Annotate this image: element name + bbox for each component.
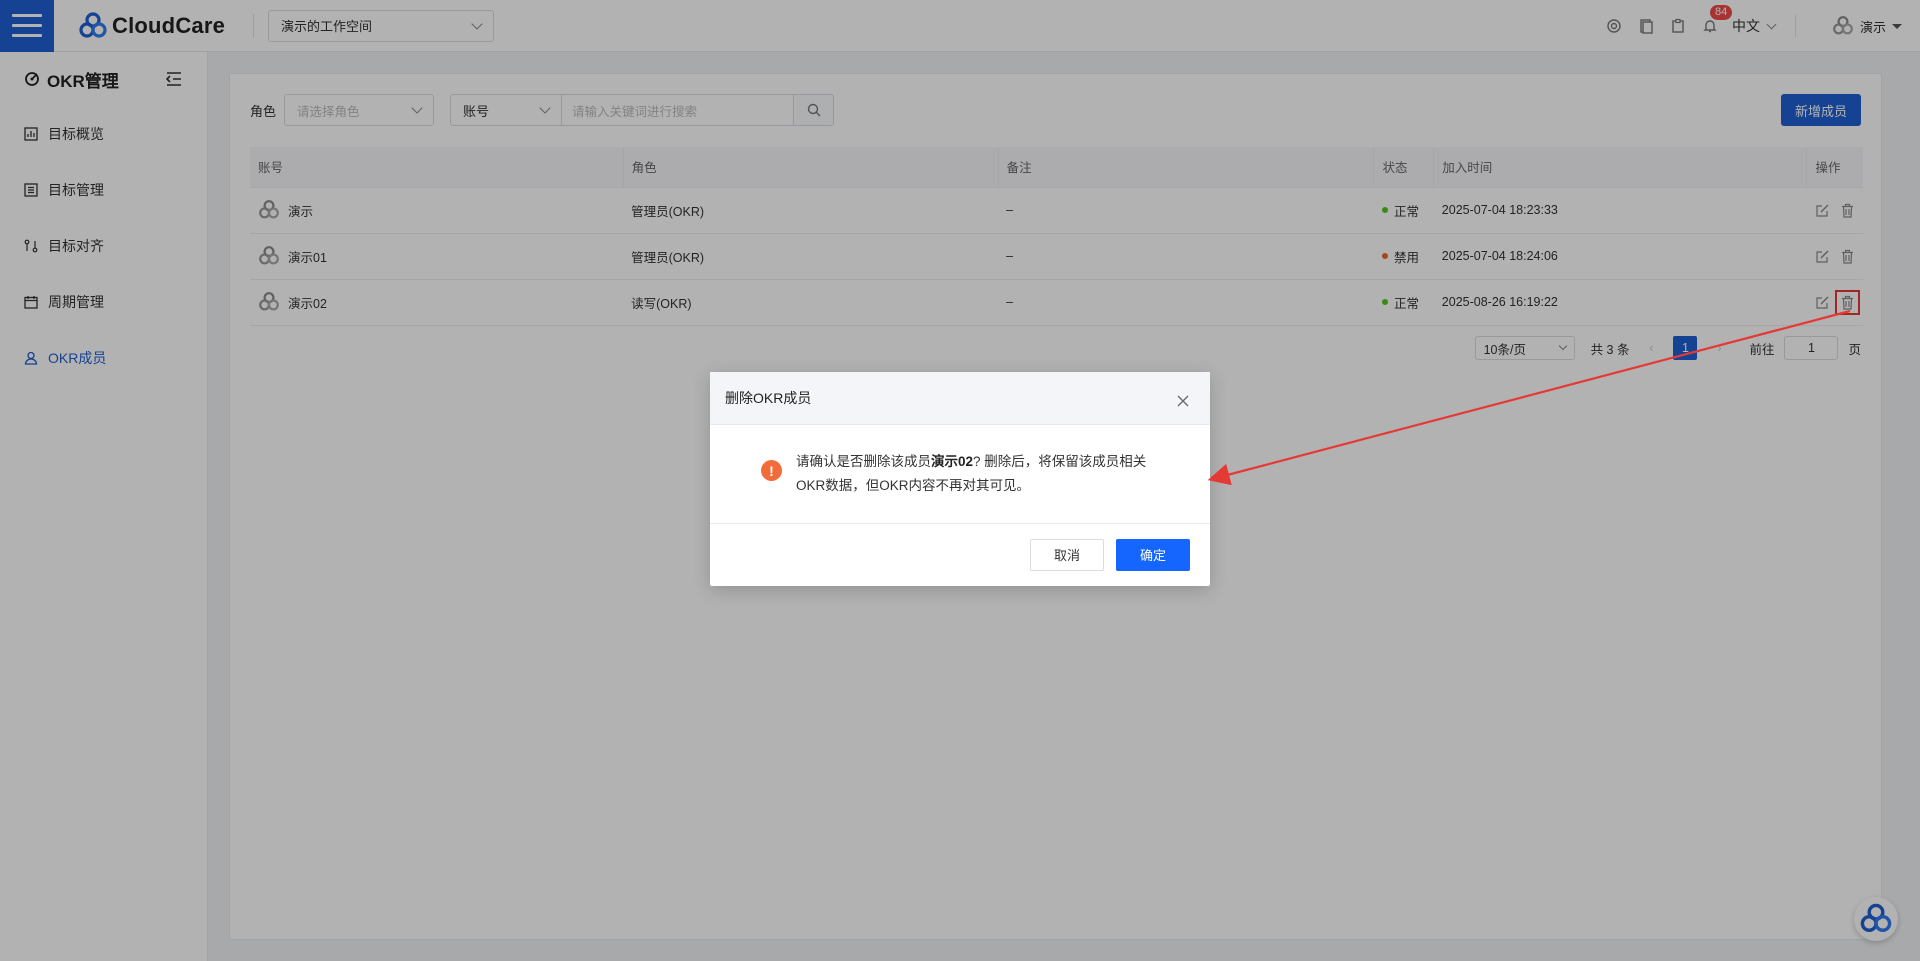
annotation-arrow: [1207, 309, 1851, 486]
